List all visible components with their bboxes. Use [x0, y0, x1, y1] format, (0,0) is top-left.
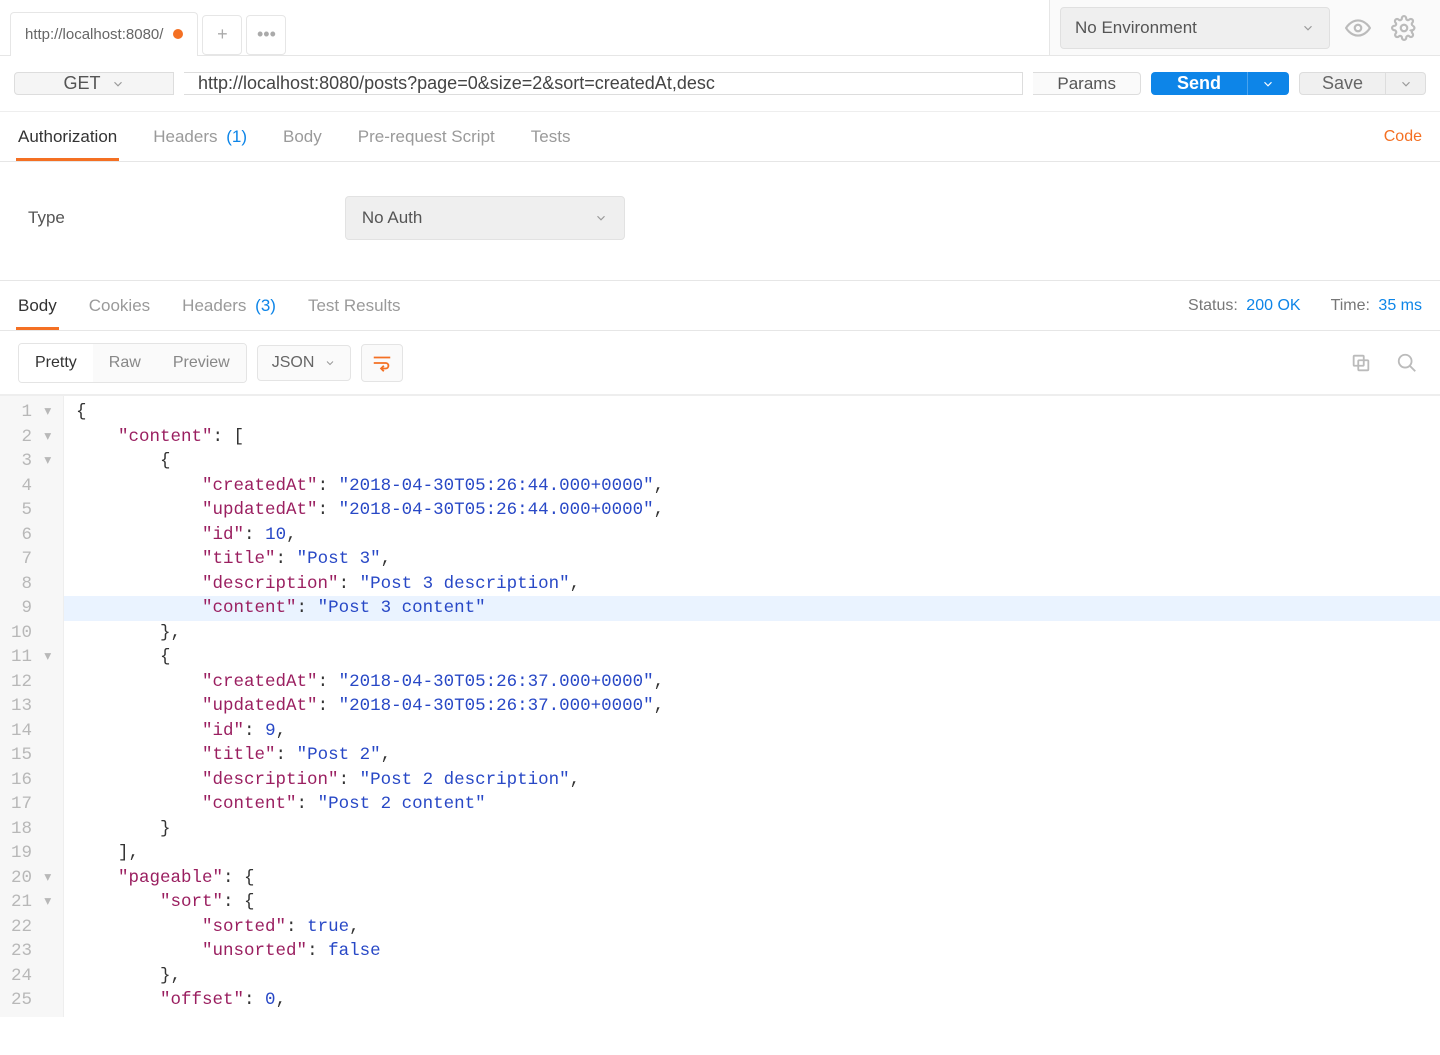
environment-area: No Environment — [1049, 0, 1440, 55]
wrap-icon — [371, 352, 393, 374]
request-builder: GET Params Send Save — [0, 56, 1440, 112]
new-tab-button[interactable]: + — [202, 15, 242, 55]
tab-body[interactable]: Body — [283, 127, 322, 147]
eye-icon — [1345, 15, 1371, 41]
save-group: Save — [1299, 72, 1426, 95]
tab-headers-label: Headers — [153, 127, 217, 146]
headers-count: (1) — [226, 127, 247, 146]
send-label: Send — [1177, 73, 1221, 94]
time-label: Time: — [1331, 297, 1370, 314]
tab-overflow-button[interactable]: ••• — [246, 15, 286, 55]
wrap-button[interactable] — [361, 344, 403, 382]
search-icon — [1396, 352, 1418, 374]
request-tab[interactable]: http://localhost:8080/ — [10, 12, 198, 56]
chevron-down-icon — [594, 211, 608, 225]
chevron-down-icon — [324, 357, 336, 369]
response-actions — [1346, 348, 1422, 378]
auth-type-select[interactable]: No Auth — [345, 196, 625, 240]
resp-tab-headers-label: Headers — [182, 296, 246, 315]
resp-headers-count: (3) — [255, 296, 276, 315]
response-body-viewer: 1 ▾2 ▾3 ▾4 5 6 7 8 9 10 11 ▾12 13 14 15 … — [0, 395, 1440, 1017]
tab-headers[interactable]: Headers (1) — [153, 127, 247, 147]
resp-tab-testresults[interactable]: Test Results — [308, 296, 401, 316]
response-toolbar: Pretty Raw Preview JSON — [0, 331, 1440, 395]
chevron-down-icon — [111, 77, 125, 91]
save-button[interactable]: Save — [1299, 72, 1386, 95]
gear-icon — [1391, 15, 1417, 41]
resp-tab-body[interactable]: Body — [18, 296, 57, 316]
tab-prerequest[interactable]: Pre-request Script — [358, 127, 495, 147]
view-pretty[interactable]: Pretty — [19, 344, 93, 382]
status-label: Status: — [1188, 297, 1238, 314]
send-button[interactable]: Send — [1151, 72, 1247, 95]
time-field: Time: 35 ms — [1331, 297, 1422, 315]
http-method-value: GET — [63, 73, 100, 94]
view-mode-segment: Pretty Raw Preview — [18, 343, 247, 383]
auth-type-value: No Auth — [362, 208, 423, 228]
params-label: Params — [1057, 74, 1116, 94]
environment-select[interactable]: No Environment — [1060, 7, 1330, 49]
url-input[interactable] — [184, 72, 1023, 95]
send-dropdown[interactable] — [1247, 72, 1289, 95]
environment-value: No Environment — [1075, 18, 1197, 38]
format-select[interactable]: JSON — [257, 345, 352, 381]
status-field: Status: 200 OK — [1188, 297, 1301, 315]
save-label: Save — [1322, 73, 1363, 94]
request-tabs: Authorization Headers (1) Body Pre-reque… — [0, 112, 1440, 162]
auth-type-label: Type — [28, 208, 65, 228]
http-method-select[interactable]: GET — [14, 72, 174, 95]
chevron-down-icon — [1301, 21, 1315, 35]
time-value: 35 ms — [1378, 297, 1422, 314]
send-group: Send — [1151, 72, 1289, 95]
top-bar: http://localhost:8080/ + ••• No Environm… — [0, 0, 1440, 56]
resp-tab-headers[interactable]: Headers (3) — [182, 296, 276, 316]
resp-tab-cookies[interactable]: Cookies — [89, 296, 150, 316]
chevron-down-icon — [1399, 77, 1413, 91]
line-number-gutter: 1 ▾2 ▾3 ▾4 5 6 7 8 9 10 11 ▾12 13 14 15 … — [0, 396, 64, 1017]
copy-icon — [1350, 352, 1372, 374]
auth-panel: Type No Auth — [0, 162, 1440, 281]
request-tab-title: http://localhost:8080/ — [25, 26, 163, 43]
params-button[interactable]: Params — [1033, 72, 1141, 95]
response-code[interactable]: { "content": [ { "createdAt": "2018-04-3… — [64, 396, 1440, 1017]
plus-icon: + — [217, 24, 228, 45]
format-value: JSON — [272, 354, 315, 372]
view-preview[interactable]: Preview — [157, 344, 246, 382]
response-tabs: Body Cookies Headers (3) Test Results St… — [0, 281, 1440, 331]
tab-strip: http://localhost:8080/ + ••• — [0, 0, 1049, 55]
tab-tests[interactable]: Tests — [531, 127, 571, 147]
save-dropdown[interactable] — [1386, 72, 1426, 95]
code-link[interactable]: Code — [1384, 128, 1422, 146]
unsaved-indicator-icon — [173, 29, 183, 39]
search-button[interactable] — [1392, 348, 1422, 378]
copy-button[interactable] — [1346, 348, 1376, 378]
view-raw[interactable]: Raw — [93, 344, 157, 382]
ellipsis-icon: ••• — [257, 24, 276, 45]
status-value: 200 OK — [1246, 297, 1300, 314]
chevron-down-icon — [1261, 77, 1275, 91]
quicklook-button[interactable] — [1340, 10, 1376, 46]
response-meta: Status: 200 OK Time: 35 ms — [1188, 297, 1422, 315]
tab-authorization[interactable]: Authorization — [18, 127, 117, 147]
settings-button[interactable] — [1386, 10, 1422, 46]
